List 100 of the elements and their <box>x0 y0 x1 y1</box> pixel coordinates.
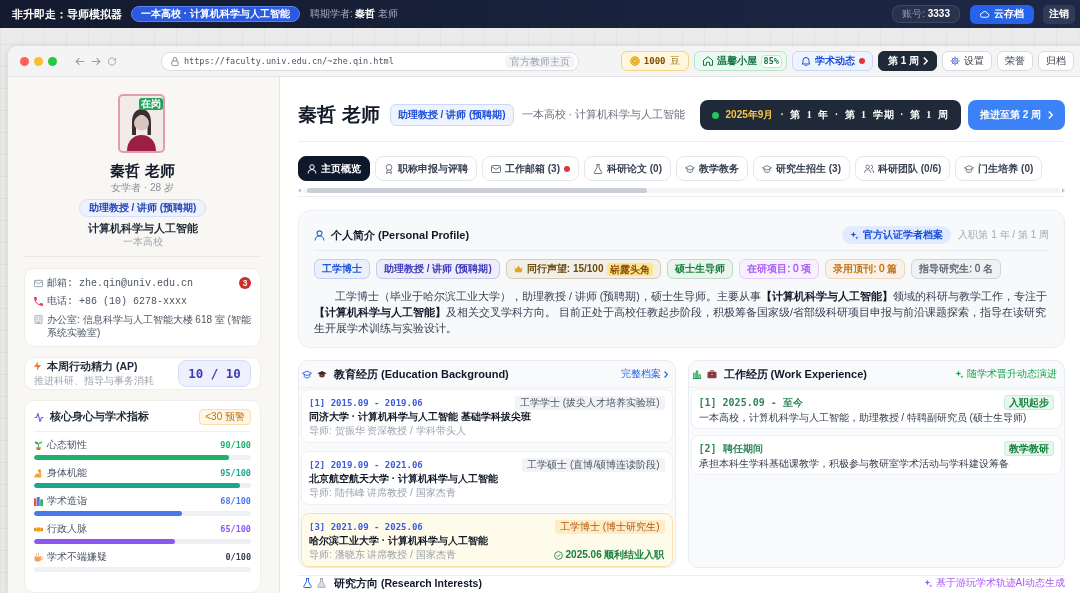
profile-tag: 录用顶刊: 0 篇 <box>825 259 906 279</box>
briefcase-icon <box>706 369 717 379</box>
sparkle-icon <box>923 578 933 588</box>
back-arrow-icon[interactable] <box>75 56 85 66</box>
user-icon <box>314 229 325 241</box>
toolbar-button[interactable]: 荣誉 <box>997 51 1033 71</box>
completion-note: 2025.06 顺利结业入职 <box>565 548 665 562</box>
affiliation-text: 一本高校 · 计算机科学与人工智能 <box>521 108 685 122</box>
work-description: 承担本科生学科基础课教学，积极参与教研室学术活动与学科建设筹备 <box>698 457 1010 471</box>
bio-paragraph: 工学博士（毕业于哈尔滨工业大学），助理教授 / 讲师 (预聘期)，硕士生导师。主要从事【计算机科学与人工智能】领域的科研与教学工作，专注于【计算机科学与人工智能】及相关交叉学科方向。 目前正处于高校任教起步阶段，积极筹备国家级/省部级科研项目申报与前沿课题探索，指导在读研究生开展学术训练与实验设计。 <box>314 289 1048 336</box>
context-badge: 一本高校 · 计算机科学与人工智能 <box>131 6 300 22</box>
profile-tag: 硕士生导师 <box>667 259 734 279</box>
scholar-label: 聘期学者: 秦哲 老师 <box>309 7 399 21</box>
chevron-right-icon <box>923 57 928 65</box>
profile-tag: 在研项目: 0 项 <box>739 259 820 279</box>
school-name: 哈尔滨工业大学 · 计算机科学与人工智能 <box>309 534 489 548</box>
avatar-silhouette <box>117 94 165 153</box>
handshake-icon <box>34 524 43 534</box>
refresh-icon[interactable] <box>107 56 117 66</box>
scroll-right-icon[interactable] <box>1062 188 1065 193</box>
chevron-right-icon <box>663 370 668 378</box>
graduation-cap-icon <box>302 369 312 379</box>
energy-title: 本周行动精力 (AP) <box>47 359 138 373</box>
office-address: 办公室: 信息科学与人工智能大楼 618 室 (智能系统实验室) <box>47 312 251 339</box>
window-minimize-button[interactable] <box>34 56 43 66</box>
advance-week-button[interactable]: 推进至第 2 周 <box>967 100 1065 130</box>
week-button[interactable]: 第 1 周 <box>877 51 937 71</box>
settings-icon <box>950 56 960 66</box>
logout-button[interactable]: 注销 <box>1043 4 1075 24</box>
graduation-cap-icon <box>964 163 975 174</box>
graduation-cap-icon <box>762 163 772 174</box>
graduation-cap-icon <box>685 163 695 174</box>
toolbar-button[interactable]: 归档 <box>1038 51 1074 71</box>
work-note: 随学术晋升动态演进 <box>967 367 1057 381</box>
education-period: [2] 2019.09 - 2021.06 <box>309 459 423 470</box>
metric-label: 心态韧性 <box>47 438 87 452</box>
advisor-text: 导师: 潘晓东 讲席教授 / 国家杰青 <box>309 548 456 562</box>
department-name: 计算机科学与人工智能 <box>87 222 198 234</box>
section-title: 教育经历 (Education Background) <box>334 366 509 382</box>
books-icon <box>34 496 43 506</box>
status-dot-icon <box>711 111 719 119</box>
coin-balance-button[interactable]: 1000 豆 <box>620 51 689 71</box>
unread-count-badge: 3 <box>239 276 251 289</box>
flask-icon <box>303 578 312 588</box>
degree-tag: 工学学士 (拔尖人才培养实验班) <box>515 395 665 410</box>
home-icon <box>702 56 713 66</box>
section-title: 个人简介 (Personal Profile) <box>331 227 470 243</box>
sparkle-icon <box>955 369 964 379</box>
forward-arrow-icon[interactable] <box>91 56 101 66</box>
rank-badge: 助理教授 / 讲师 (预聘期) <box>389 104 514 126</box>
home-status-button[interactable]: 温馨小屋 85% <box>693 51 787 71</box>
energy-subtitle: 推进科研、指导与事务消耗 <box>34 374 154 387</box>
settings-button[interactable]: 设置 <box>942 51 992 71</box>
metric-label: 学术造诣 <box>47 494 87 508</box>
education-period: [3] 2021.09 - 2025.06 <box>309 521 423 532</box>
page-title: 秦哲 老师 <box>298 103 381 127</box>
mail-icon <box>491 163 501 174</box>
verified-label: 官方认证学者档案 <box>863 229 944 241</box>
metric-value: 65/100 <box>220 524 251 534</box>
profile-tag: 指导研究生: 0 名 <box>911 259 1002 279</box>
rank-badge: 助理教授 / 讲师 (预聘期) <box>78 199 207 217</box>
tab[interactable]: 科研团队 (0/6) <box>855 156 951 181</box>
tab[interactable]: 工作邮箱 (3) <box>482 156 579 181</box>
metric-label: 学术不端嫌疑 <box>47 550 107 564</box>
date-month: 2025年9月 <box>725 108 774 122</box>
horizontal-scrollbar[interactable] <box>303 188 1060 193</box>
phone-icon <box>34 296 43 306</box>
window-maximize-button[interactable] <box>48 56 57 66</box>
work-period: [1] 2025.09 - 至今 <box>698 395 803 410</box>
scroll-left-icon[interactable] <box>298 188 301 193</box>
mail-icon <box>34 278 43 288</box>
tab[interactable]: 研究生招生 (3) <box>753 156 850 181</box>
full-record-link[interactable]: 完整档案 <box>620 367 668 381</box>
cup-icon <box>34 552 43 562</box>
metric-value: 90/100 <box>220 440 251 450</box>
scrollbar-thumb[interactable] <box>307 188 647 193</box>
metric-value: 95/100 <box>220 468 251 478</box>
scholar-subtitle: 女学者 · 28 岁 <box>111 182 174 194</box>
energy-value: 10 / 10 <box>178 359 251 387</box>
school-name: 北京航空航天大学 · 计算机科学与人工智能 <box>309 472 499 486</box>
sprout-icon <box>34 440 43 450</box>
tab[interactable]: 主页概览 <box>298 156 370 181</box>
tab[interactable]: 教学教务 <box>676 156 748 181</box>
flexed-arm-icon <box>34 468 43 478</box>
cloud-save-button[interactable]: 云存档 <box>970 4 1034 24</box>
tab[interactable]: 职称申报与评聘 <box>375 156 477 181</box>
coin-icon <box>629 56 640 66</box>
tab[interactable]: 门生培养 (0) <box>955 156 1043 181</box>
window-close-button[interactable] <box>20 56 29 66</box>
tag-sub-badge: 崭露头角 <box>607 262 654 276</box>
profile-tag: 助理教授 / 讲师 (预聘期) <box>376 259 500 279</box>
sparkle-icon <box>850 230 860 240</box>
tab[interactable]: 科研论文 (0) <box>584 156 671 181</box>
news-button[interactable]: 学术动态 <box>791 51 873 71</box>
graduation-cap-icon <box>317 369 327 379</box>
address-bar[interactable]: https://faculty.univ.edu.cn/~zhe.qin.html 官方教师主页 <box>161 51 579 71</box>
school-name: 同济大学 · 计算机科学与人工智能 基础学科拔尖班 <box>309 410 532 424</box>
chevron-right-icon <box>1048 111 1053 119</box>
metric-value: 0/100 <box>225 552 251 562</box>
crown-icon <box>513 265 523 273</box>
